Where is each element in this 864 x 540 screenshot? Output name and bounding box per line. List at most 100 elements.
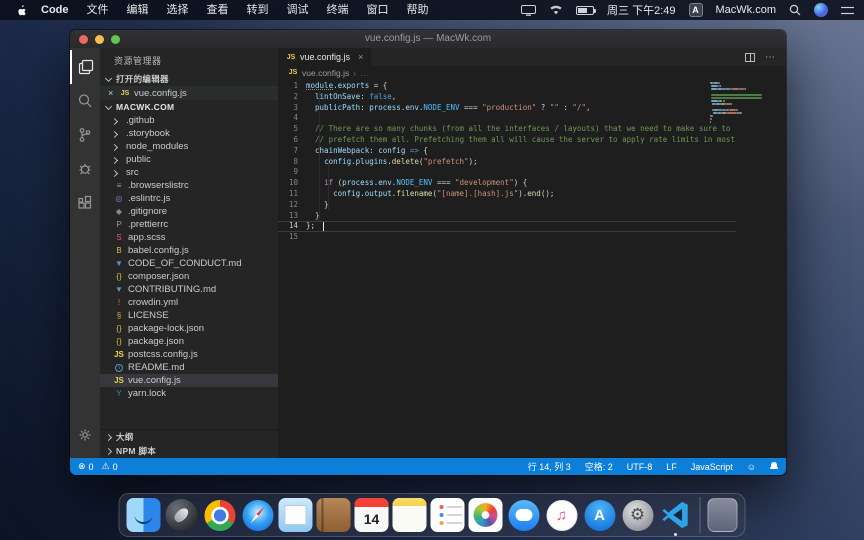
close-icon[interactable]: × [108, 88, 116, 98]
tree-folder-.storybook[interactable]: .storybook [100, 127, 278, 140]
code-line-7[interactable]: 7 chainWebpack: config => { [278, 146, 736, 157]
minimap[interactable] [710, 82, 768, 127]
status-item-4[interactable]: JavaScript [691, 462, 733, 472]
explorer-icon[interactable] [70, 50, 100, 84]
code-line-8[interactable]: 8 config.plugins.delete("prefetch"); [278, 157, 736, 168]
npm-scripts-section-header[interactable]: NPM 脚本 [100, 444, 278, 458]
outline-section-header[interactable]: 大纲 [100, 430, 278, 444]
minimize-window-button[interactable] [95, 35, 104, 44]
tree-file-composer.json[interactable]: {}composer.json [100, 270, 278, 283]
input-method-icon[interactable]: A [689, 3, 703, 17]
dock-icon-messages[interactable] [507, 498, 541, 532]
dock-icon-vscode[interactable] [659, 498, 693, 532]
tree-file-.eslintrc.js[interactable]: ◎.eslintrc.js [100, 192, 278, 205]
window-titlebar[interactable]: vue.config.js — MacWk.com [70, 30, 786, 48]
status-item-0[interactable]: 行 14, 列 3 [528, 460, 571, 473]
menu-item-终端[interactable]: 终端 [318, 4, 358, 16]
tree-file-yarn.lock[interactable]: Yyarn.lock [100, 387, 278, 400]
close-window-button[interactable] [79, 35, 88, 44]
tree-file-CONTRIBUTING.md[interactable]: ▼CONTRIBUTING.md [100, 283, 278, 296]
tab-vue-config[interactable]: JS vue.config.js × [278, 48, 372, 66]
dock-icon-itunes[interactable]: ♫ [545, 498, 579, 532]
code-line-13[interactable]: 13 } [278, 211, 736, 222]
status-item-3[interactable]: LF [666, 462, 677, 472]
tree-file-README.md[interactable]: iREADME.md [100, 361, 278, 374]
dock-icon-chrome[interactable] [203, 498, 237, 532]
tree-file-.browserslistrc[interactable]: ≡.browserslistrc [100, 179, 278, 192]
apple-menu-icon[interactable] [10, 4, 32, 17]
status-item-2[interactable]: UTF-8 [627, 462, 653, 472]
notification-center-icon[interactable] [841, 5, 854, 16]
siri-icon[interactable] [814, 3, 828, 17]
code-line-4[interactable]: 4 [278, 113, 736, 124]
tree-file-crowdin.yml[interactable]: !crowdin.yml [100, 296, 278, 309]
dock-icon-photos[interactable] [469, 498, 503, 532]
tree-file-package.json[interactable]: {}package.json [100, 335, 278, 348]
tree-file-package-lock.json[interactable]: {}package-lock.json [100, 322, 278, 335]
open-editors-header[interactable]: 打开的编辑器 [100, 72, 278, 86]
menu-item-窗口[interactable]: 窗口 [358, 4, 398, 16]
menu-item-帮助[interactable]: 帮助 [398, 4, 438, 16]
dock-icon-sysprefs[interactable]: ⚙ [621, 498, 655, 532]
more-actions-icon[interactable]: ⋯ [765, 52, 776, 63]
code-line-9[interactable]: 9 [278, 167, 736, 178]
split-editor-icon[interactable] [745, 53, 755, 62]
code-line-2[interactable]: 2 lintOnSave: false, [278, 92, 736, 103]
code-line-15[interactable]: 15 [278, 232, 736, 243]
code-line-3[interactable]: 3 publicPath: process.env.NODE_ENV === "… [278, 103, 736, 114]
menu-item-文件[interactable]: 文件 [78, 4, 118, 16]
menu-item-转到[interactable]: 转到 [238, 4, 278, 16]
code-line-10[interactable]: 10 if (process.env.NODE_ENV === "develop… [278, 178, 736, 189]
tree-file-CODE_OF_CONDUCT.md[interactable]: ▼CODE_OF_CONDUCT.md [100, 257, 278, 270]
dock-icon-mail[interactable] [279, 498, 313, 532]
code-line-6[interactable]: 6 // prefetch them all. Prefetching them… [278, 135, 736, 146]
code-line-12[interactable]: 12 } [278, 200, 736, 211]
tree-file-.gitignore[interactable]: ◆.gitignore [100, 205, 278, 218]
open-editor-item[interactable]: × JS vue.config.js [100, 86, 278, 100]
dock-icon-calendar[interactable]: 14 [355, 498, 389, 532]
tree-file-.prettierrc[interactable]: P.prettierrc [100, 218, 278, 231]
tree-folder-public[interactable]: public [100, 153, 278, 166]
status-item-1[interactable]: 空格: 2 [585, 460, 613, 473]
tree-file-postcss.config.js[interactable]: JSpostcss.config.js [100, 348, 278, 361]
tab-close-icon[interactable]: × [358, 52, 363, 62]
code-line-5[interactable]: 5 // There are so many chunks (from all … [278, 124, 736, 135]
zoom-window-button[interactable] [111, 35, 120, 44]
menu-bar-clock[interactable]: 周三 下午2:49 [607, 2, 675, 18]
feedback-smiley-icon[interactable]: ☺ [747, 462, 756, 472]
dock-icon-launchpad[interactable] [165, 498, 199, 532]
manage-gear-icon[interactable] [70, 418, 100, 452]
dock-icon-contacts[interactable] [317, 498, 351, 532]
tree-file-LICENSE[interactable]: §LICENSE [100, 309, 278, 322]
dock-icon-trash[interactable] [708, 498, 738, 532]
tree-file-app.scss[interactable]: Sapp.scss [100, 231, 278, 244]
breadcrumb-file[interactable]: vue.config.js [302, 68, 349, 78]
dock-icon-safari[interactable] [241, 498, 275, 532]
tree-file-vue.config.js[interactable]: JSvue.config.js [100, 374, 278, 387]
tree-folder-src[interactable]: src [100, 166, 278, 179]
code-line-11[interactable]: 11 config.output.filename("[name].[hash]… [278, 189, 736, 200]
code-line-14[interactable]: 14}; [278, 221, 736, 232]
menu-item-查看[interactable]: 查看 [198, 4, 238, 16]
wifi-icon[interactable] [549, 5, 563, 15]
dock-icon-finder[interactable] [127, 498, 161, 532]
notifications-bell-icon[interactable] [770, 462, 778, 471]
project-root-header[interactable]: MACWK.COM [100, 100, 278, 114]
dock-icon-notes[interactable] [393, 498, 427, 532]
menu-item-调试[interactable]: 调试 [278, 4, 318, 16]
breadcrumb[interactable]: JS vue.config.js › … [278, 66, 786, 79]
tree-folder-.github[interactable]: .github [100, 114, 278, 127]
menu-item-选择[interactable]: 选择 [158, 4, 198, 16]
spotlight-search-icon[interactable] [789, 4, 801, 16]
extensions-icon[interactable] [70, 186, 100, 220]
status-problems[interactable]: ⊗0 ⚠0 [78, 461, 118, 472]
dock-icon-appstore[interactable]: A [583, 498, 617, 532]
menu-item-app[interactable]: Code [32, 4, 78, 16]
dock-icon-reminders[interactable] [431, 498, 465, 532]
source-control-icon[interactable] [70, 118, 100, 152]
menu-item-编辑[interactable]: 编辑 [118, 4, 158, 16]
tree-folder-node_modules[interactable]: node_modules [100, 140, 278, 153]
tree-file-babel.config.js[interactable]: Bbabel.config.js [100, 244, 278, 257]
debug-icon[interactable] [70, 152, 100, 186]
code-line-1[interactable]: 1module.exports = { [278, 81, 736, 92]
